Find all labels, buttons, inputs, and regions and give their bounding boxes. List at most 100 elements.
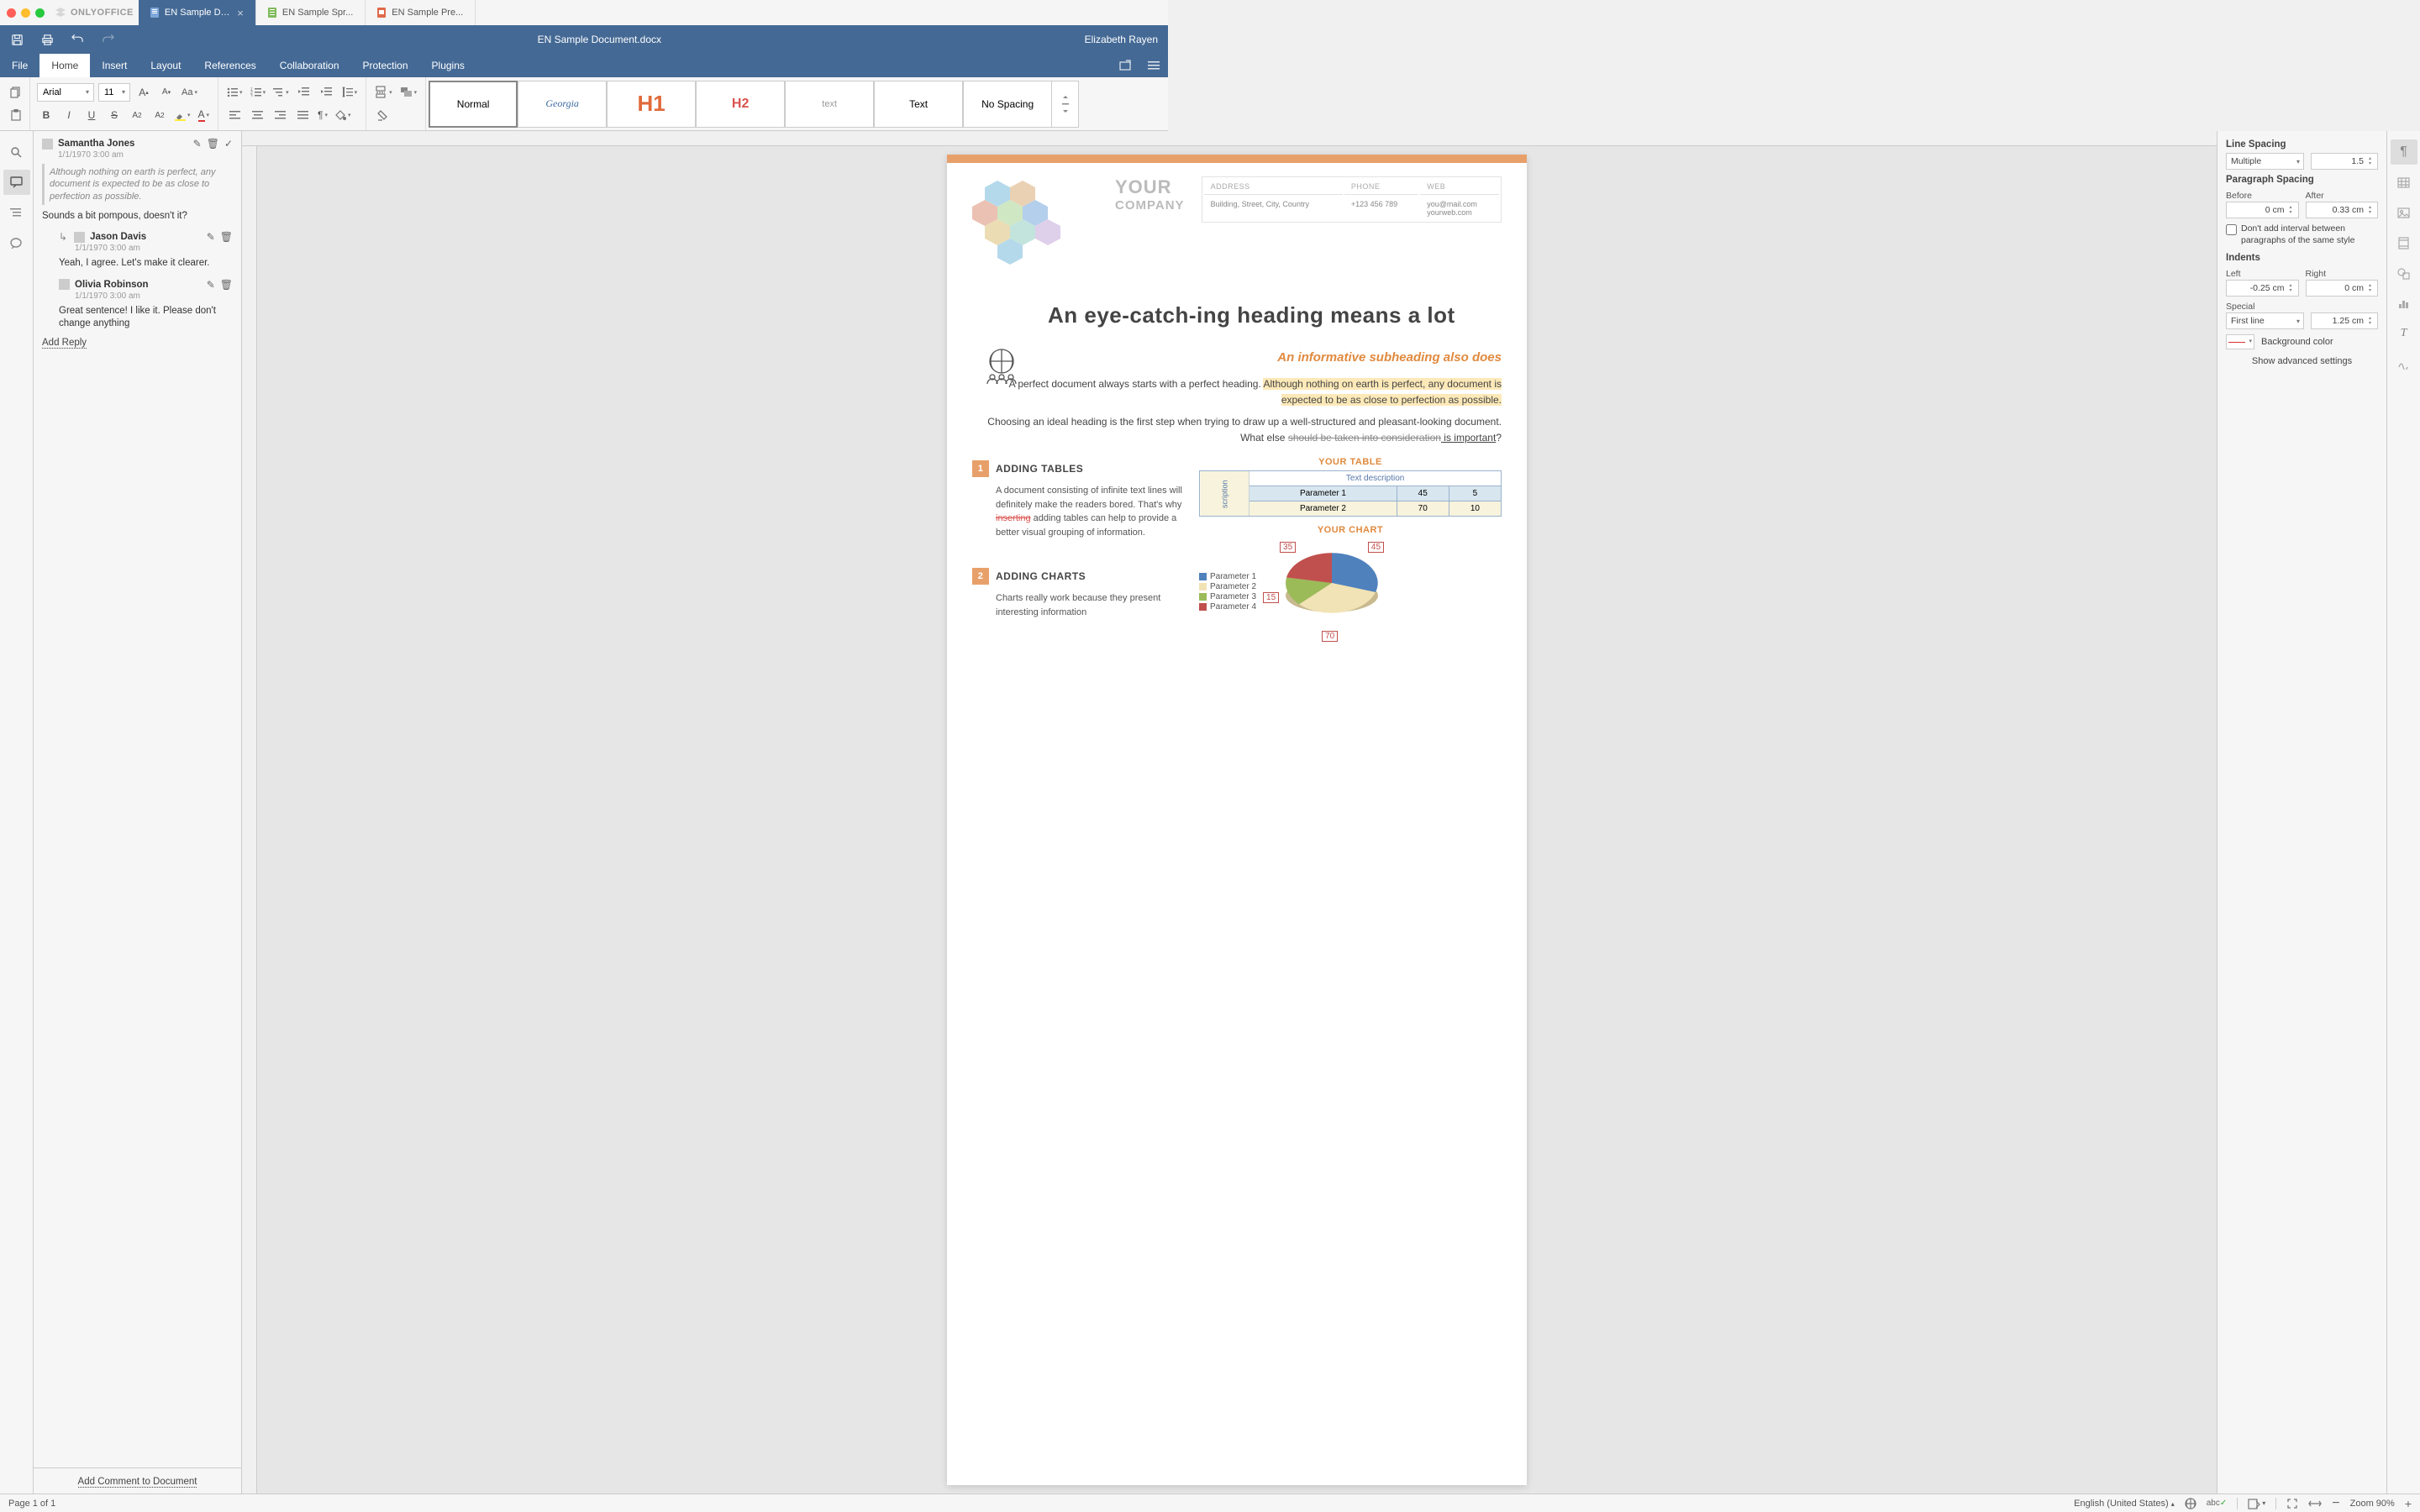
textart-settings-button[interactable]: T [2391, 321, 2417, 346]
menu-protection[interactable]: Protection [351, 54, 420, 77]
special-indent-select[interactable]: First line [2226, 312, 2304, 329]
style-text[interactable]: Text [874, 81, 963, 128]
strikethrough-button[interactable]: S [105, 106, 124, 124]
paragraph-settings-button[interactable]: ¶ [2391, 139, 2417, 165]
set-doc-language-button[interactable] [2185, 1498, 2196, 1509]
special-indent-value-input[interactable]: 1.25 cm▴▾ [2311, 312, 2378, 329]
close-window[interactable] [7, 8, 16, 18]
align-center-button[interactable] [248, 106, 266, 124]
add-comment-link[interactable]: Add Comment to Document [78, 1477, 197, 1488]
signature-settings-button[interactable] [2391, 351, 2417, 376]
style-heading2[interactable]: H2 [696, 81, 785, 128]
increase-font-button[interactable]: A▴ [134, 83, 153, 102]
line-spacing-button[interactable] [340, 83, 360, 102]
style-normal[interactable]: Normal [429, 81, 518, 128]
style-georgia[interactable]: Georgia [518, 81, 607, 128]
align-left-button[interactable] [225, 106, 244, 124]
feedback-button[interactable] [3, 230, 30, 255]
header-footer-settings-button[interactable] [2391, 230, 2417, 255]
insert-pagebreak-button[interactable] [373, 83, 394, 102]
menu-layout[interactable]: Layout [139, 54, 192, 77]
headings-button[interactable] [3, 200, 30, 225]
edit-comment-icon[interactable]: ✎ [193, 138, 202, 150]
edit-reply-icon[interactable]: ✎ [207, 231, 215, 243]
align-justify-button[interactable] [293, 106, 312, 124]
align-right-button[interactable] [271, 106, 289, 124]
decrease-font-button[interactable]: A▾ [157, 83, 176, 102]
menu-insert[interactable]: Insert [90, 54, 139, 77]
multilevel-list-button[interactable] [271, 83, 291, 102]
delete-comment-icon[interactable]: 🗑 [207, 138, 219, 150]
redo-button[interactable] [101, 33, 114, 46]
font-size-select[interactable]: 11 [98, 83, 130, 102]
menu-references[interactable]: References [192, 54, 267, 77]
dont-add-interval-checkbox[interactable]: Don't add interval between paragraphs of… [2226, 223, 2378, 246]
increase-indent-button[interactable] [318, 83, 336, 102]
resolve-comment-icon[interactable]: ✓ [224, 138, 233, 150]
underline-button[interactable]: U [82, 106, 101, 124]
print-button[interactable] [40, 33, 54, 46]
maximize-window[interactable] [35, 8, 45, 18]
numbering-button[interactable]: 123 [249, 83, 268, 102]
delete-reply-icon[interactable]: 🗑 [220, 279, 233, 291]
comments-button[interactable] [3, 170, 30, 195]
line-spacing-value-input[interactable]: 1.5▴▾ [2311, 153, 2378, 170]
menu-plugins[interactable]: Plugins [420, 54, 476, 77]
subscript-button[interactable]: A2 [150, 106, 169, 124]
style-gallery-expand[interactable] [1052, 81, 1079, 128]
horizontal-ruler[interactable] [242, 131, 2217, 146]
spacing-after-input[interactable]: 0.33 cm▴▾ [2306, 202, 2379, 218]
tab-spreadsheet[interactable]: EN Sample Spr... [256, 0, 366, 25]
user-name[interactable]: Elizabeth Rayen [1085, 34, 1158, 45]
italic-button[interactable]: I [60, 106, 78, 124]
paste-button[interactable] [7, 106, 25, 124]
shading-button[interactable] [334, 106, 353, 124]
zoom-in-button[interactable]: + [2405, 1497, 2412, 1510]
tab-document[interactable]: EN Sample Doc... × [139, 0, 256, 25]
image-settings-button[interactable] [2391, 200, 2417, 225]
font-color-button[interactable]: A [197, 106, 212, 124]
decrease-indent-button[interactable] [295, 83, 313, 102]
spellcheck-button[interactable]: abc✓ [2207, 1499, 2228, 1508]
bullets-button[interactable] [225, 83, 245, 102]
insert-shape-button[interactable] [398, 83, 419, 102]
indent-right-input[interactable]: 0 cm▴▾ [2306, 280, 2379, 297]
menu-collaboration[interactable]: Collaboration [268, 54, 351, 77]
advanced-settings-link[interactable]: Show advanced settings [2226, 356, 2378, 366]
delete-reply-icon[interactable]: 🗑 [220, 231, 233, 243]
close-icon[interactable]: × [237, 7, 244, 19]
change-case-button[interactable]: Aa [180, 83, 199, 102]
add-reply-link[interactable]: Add Reply [42, 338, 87, 349]
edit-reply-icon[interactable]: ✎ [207, 279, 215, 291]
line-spacing-mode-select[interactable]: Multiple [2226, 153, 2304, 170]
fit-width-button[interactable] [2308, 1499, 2322, 1508]
find-button[interactable] [3, 139, 30, 165]
style-text-lc[interactable]: text [785, 81, 874, 128]
tab-presentation[interactable]: EN Sample Pre... [366, 0, 476, 25]
background-color-swatch[interactable] [2226, 334, 2254, 349]
clear-style-button[interactable] [373, 106, 392, 124]
language-select[interactable]: English (United States) ▴ [2074, 1499, 2175, 1509]
zoom-out-button[interactable]: − [2332, 1496, 2339, 1511]
undo-button[interactable] [71, 33, 84, 46]
shape-settings-button[interactable] [2391, 260, 2417, 286]
style-heading1[interactable]: H1 [607, 81, 696, 128]
bold-button[interactable]: B [37, 106, 55, 124]
copy-button[interactable] [7, 83, 25, 102]
nonprinting-chars-button[interactable]: ¶ [316, 106, 329, 124]
table-settings-button[interactable] [2391, 170, 2417, 195]
indent-left-input[interactable]: -0.25 cm▴▾ [2226, 280, 2299, 297]
menu-file[interactable]: File [0, 54, 39, 77]
view-settings-button[interactable] [1139, 54, 1168, 77]
document-page[interactable]: YOUR COMPANY ADDRESSPHONEWEB Building, S… [947, 155, 1527, 1485]
page-indicator[interactable]: Page 1 of 1 [8, 1499, 55, 1509]
vertical-ruler[interactable] [242, 146, 257, 1494]
minimize-window[interactable] [21, 8, 30, 18]
superscript-button[interactable]: A2 [128, 106, 146, 124]
menu-home[interactable]: Home [39, 54, 90, 77]
font-family-select[interactable]: Arial [37, 83, 94, 102]
save-button[interactable] [10, 33, 24, 46]
fit-page-button[interactable] [2286, 1498, 2298, 1509]
style-no-spacing[interactable]: No Spacing [963, 81, 1052, 128]
chart-settings-button[interactable] [2391, 291, 2417, 316]
